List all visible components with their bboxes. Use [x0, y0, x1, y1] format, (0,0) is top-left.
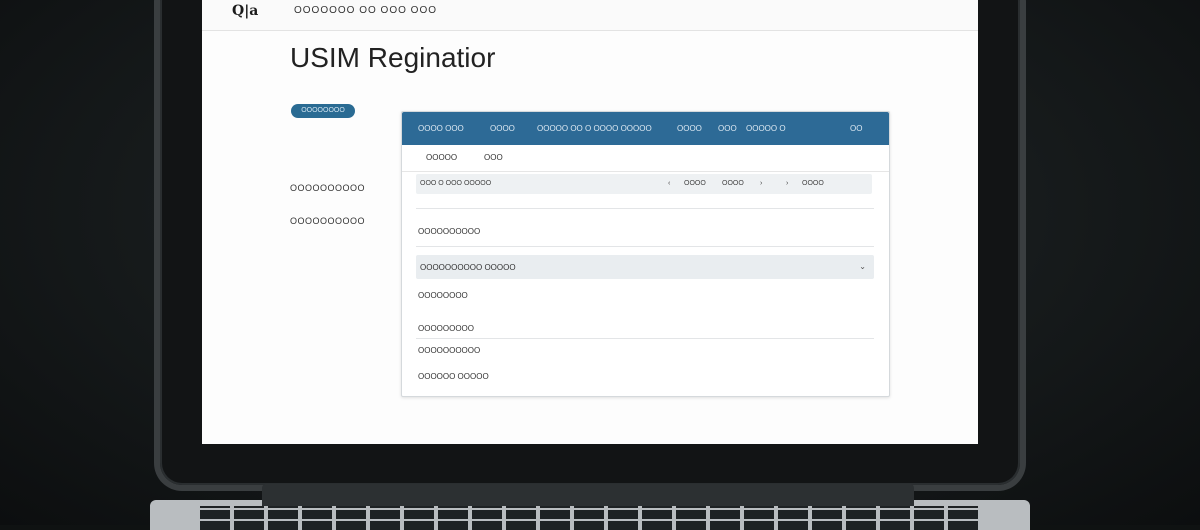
filter-chevron-icon[interactable]: › [786, 180, 788, 187]
filter-value[interactable]: OOOO [684, 180, 706, 187]
filter-chevron-icon[interactable]: › [760, 180, 762, 187]
panel-header: OOOO OOO OOOO OOOOO OO O OOOO OOOOO OOOO… [402, 112, 889, 145]
list-item-label: OOOOOOOO [418, 291, 468, 300]
list-item-label: OOOOOO OOOOO [418, 372, 489, 381]
header-item[interactable]: OOO [718, 124, 737, 133]
list-item-selected[interactable]: OOOOOOOOOO OOOOO ⌄ [416, 255, 874, 279]
header-item[interactable]: OOOO OOO [418, 124, 464, 133]
keyboard-rows [200, 506, 980, 530]
list-item-label: OOOOOOOOO [418, 324, 475, 333]
laptop-hinge [262, 484, 914, 506]
tab-2[interactable]: OOO [484, 153, 503, 162]
list-item-label: OOOOOOOOOO [418, 227, 481, 236]
sidebar-label-2: OOOOOOOOOO [290, 216, 366, 226]
list-item-label: OOOOOOOOOO [418, 346, 481, 355]
filter-row[interactable]: OOO O OOO OOOOO ‹ OOOO OOOO › › OOOO [416, 174, 872, 194]
sub-tabs: OOOOO OOO [402, 145, 889, 172]
filter-value[interactable]: OOOO [722, 180, 744, 187]
divider [416, 338, 874, 339]
status-pill[interactable]: OOOOOOOO [291, 104, 355, 118]
chevron-down-icon[interactable]: ⌄ [859, 262, 866, 271]
divider [416, 246, 874, 247]
page-title: USIM Reginatior [290, 42, 496, 73]
top-nav[interactable]: OOOOOOO OO OOO OOO [294, 5, 437, 16]
top-bar: Q|a OOOOOOO OO OOO OOO [202, 0, 978, 31]
screen: Q|a OOOOOOO OO OOO OOO USIM Reginatior O… [202, 0, 978, 444]
logo[interactable]: Q|a [232, 3, 258, 19]
header-item[interactable]: OOOO [490, 124, 515, 133]
sidebar-label-1: OOOOOOOOOO [290, 183, 366, 193]
header-item[interactable]: OOOOO OO O OOOO OOOOO [537, 124, 652, 133]
filter-label: OOO O OOO OOOOO [420, 180, 492, 187]
header-item[interactable]: OO [850, 124, 862, 133]
filter-chevron-icon[interactable]: ‹ [668, 180, 670, 187]
list-item-label: OOOOOOOOOO OOOOO [420, 263, 516, 272]
divider [416, 208, 874, 209]
filter-value[interactable]: OOOO [802, 180, 824, 187]
tab-1[interactable]: OOOOO [426, 153, 457, 162]
header-item[interactable]: OOOO [677, 124, 702, 133]
header-item[interactable]: OOOOO O [746, 124, 786, 133]
registration-panel: OOOO OOO OOOO OOOOO OO O OOOO OOOOO OOOO… [401, 111, 890, 397]
